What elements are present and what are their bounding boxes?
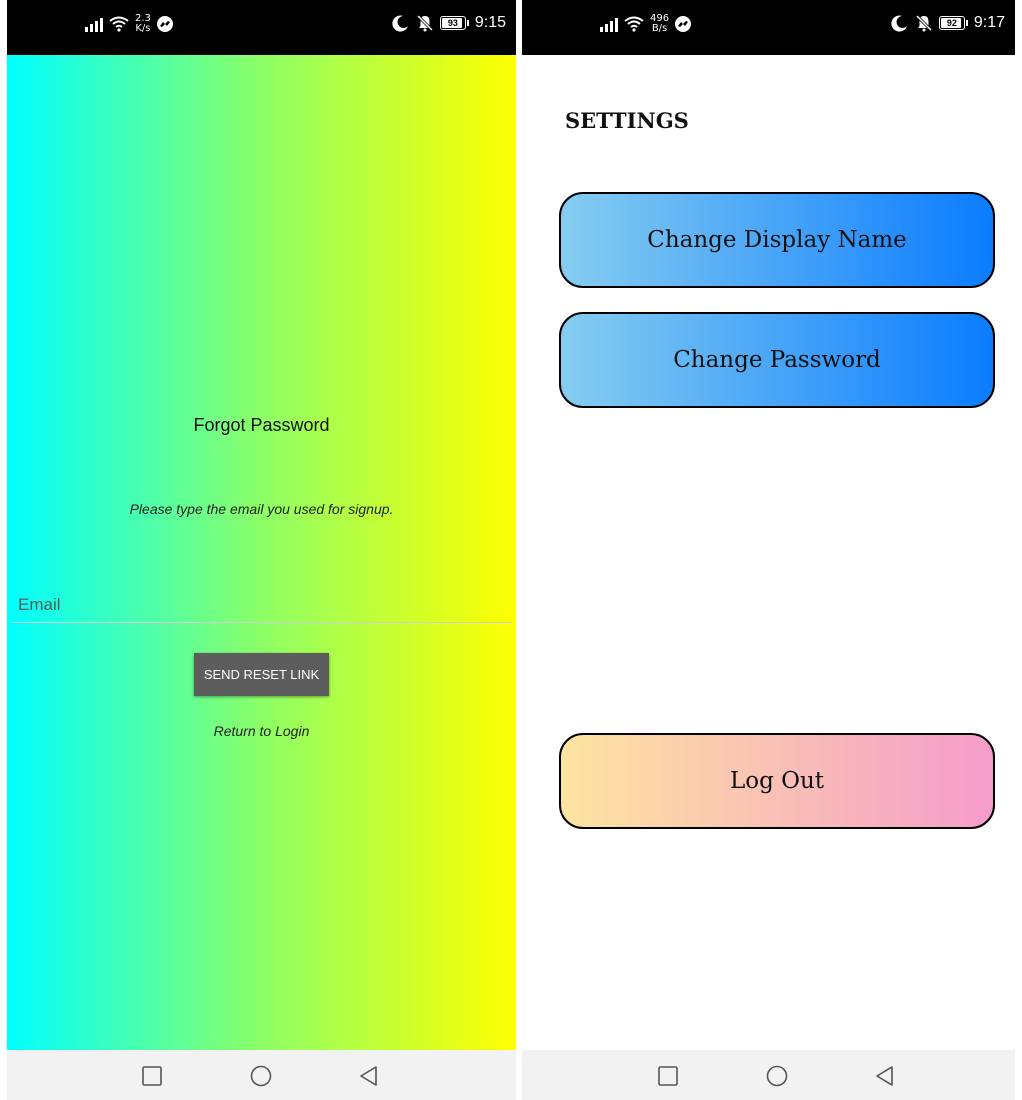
messenger-icon (675, 16, 692, 32)
back-triangle-icon[interactable] (874, 1065, 896, 1087)
log-out-button[interactable]: Log Out (559, 733, 995, 829)
settings-screen: 496 B/s 92 9:17 SETTINGS Change Display … (522, 0, 1015, 1100)
status-time: 9:17 (973, 14, 1005, 31)
navigation-bar (7, 1050, 516, 1100)
battery-icon: 93 (439, 16, 466, 30)
email-field[interactable] (12, 587, 512, 623)
page-title: SETTINGS (565, 108, 689, 133)
change-display-name-button[interactable]: Change Display Name (559, 192, 995, 288)
status-left-group: 2.3 K/s (85, 14, 173, 34)
change-password-button[interactable]: Change Password (559, 312, 995, 408)
battery-level: 92 (946, 17, 957, 28)
messenger-icon (156, 16, 173, 32)
speed-unit: B/s (651, 23, 668, 34)
battery-icon: 92 (938, 16, 965, 30)
battery-tip (965, 20, 968, 26)
mute-bell-icon (416, 14, 433, 32)
battery-level: 93 (447, 17, 458, 28)
network-speed: 496 B/s (650, 14, 669, 34)
instruction-text: Please type the email you used for signu… (129, 501, 394, 517)
status-left-group: 496 B/s (600, 14, 692, 34)
recent-apps-square-icon[interactable] (141, 1065, 163, 1087)
wifi-icon (109, 16, 129, 32)
page-title: Forgot Password (193, 415, 330, 435)
status-bar: 496 B/s 92 9:17 (522, 0, 1015, 55)
status-time: 9:15 (474, 14, 506, 31)
home-circle-icon[interactable] (766, 1065, 788, 1087)
status-right-group: 92 9:17 (891, 14, 1005, 32)
forgot-password-content: Forgot Password Please type the email yo… (7, 55, 516, 1050)
return-to-login-link[interactable]: Return to Login (7, 723, 516, 739)
moon-icon (392, 15, 408, 32)
recent-apps-square-icon[interactable] (657, 1065, 679, 1087)
forgot-password-screen: 2.3 K/s 93 9:15 Forgot Password Please t… (7, 0, 516, 1100)
network-speed: 2.3 K/s (135, 14, 151, 34)
status-bar: 2.3 K/s 93 9:15 (7, 0, 516, 55)
moon-icon (891, 15, 907, 32)
send-reset-link-button[interactable]: SEND RESET LINK (194, 653, 329, 696)
battery-tip (466, 20, 469, 26)
signal-icon (85, 16, 103, 32)
status-right-group: 93 9:15 (392, 14, 506, 32)
speed-unit: K/s (135, 23, 151, 34)
signal-icon (600, 16, 618, 32)
home-circle-icon[interactable] (250, 1065, 272, 1087)
wifi-icon (624, 16, 644, 32)
mute-bell-icon (915, 14, 932, 32)
back-triangle-icon[interactable] (358, 1065, 380, 1087)
navigation-bar (522, 1050, 1015, 1100)
